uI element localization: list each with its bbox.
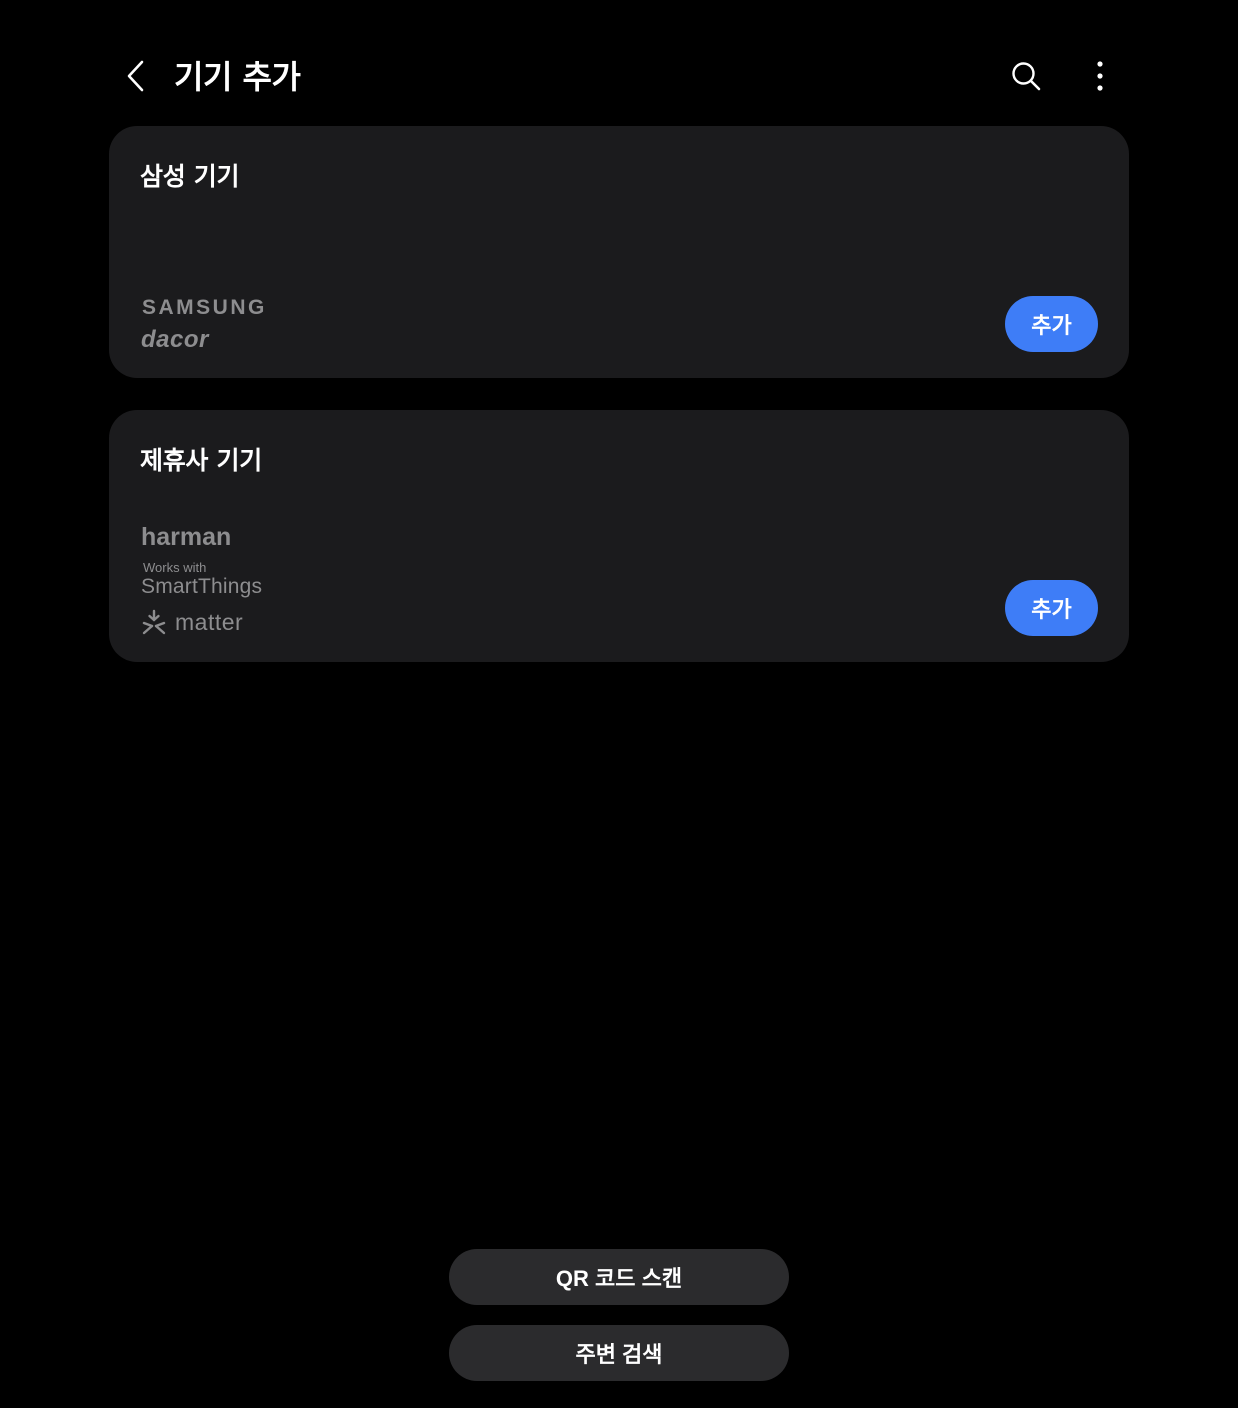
more-options-button[interactable] [1076,52,1124,100]
samsung-devices-card[interactable]: 삼성 기기 SAMSUNG dacor 추가 [109,126,1129,378]
smartthings-logo: SmartThings [141,575,263,598]
dacor-logo: dacor [141,326,209,353]
chevron-left-icon [127,60,144,92]
partner-devices-card[interactable]: 제휴사 기기 harman Works with SmartThings mat… [109,410,1129,662]
samsung-add-button[interactable]: 추가 [1005,296,1098,352]
qr-scan-button[interactable]: QR 코드 스캔 [449,1249,789,1305]
matter-icon [142,609,166,635]
back-button[interactable] [112,52,160,100]
search-button[interactable] [1002,52,1050,100]
matter-logo-text: matter [175,609,244,635]
more-vertical-icon [1097,61,1103,91]
app-header: 기기 추가 [0,0,1238,120]
search-icon [1012,62,1041,91]
samsung-devices-title: 삼성 기기 [140,162,240,191]
matter-logo: matter [141,608,243,636]
partner-add-button[interactable]: 추가 [1005,580,1098,636]
page-title: 기기 추가 [174,58,301,96]
harman-logo: harman [141,523,232,551]
partner-devices-title: 제휴사 기기 [140,446,262,475]
samsung-logo: SAMSUNG [142,296,267,319]
nearby-search-button[interactable]: 주변 검색 [449,1325,789,1381]
